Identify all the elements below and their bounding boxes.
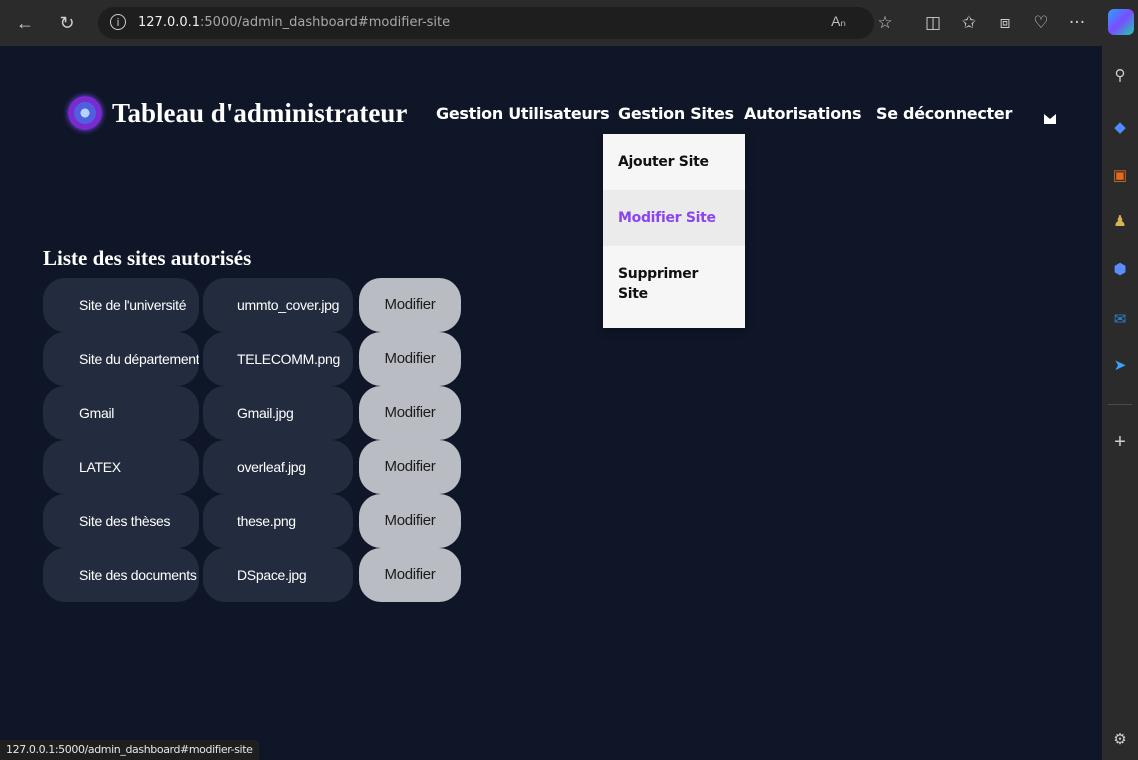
favorite-star-icon[interactable]: ☆ [874,12,896,34]
site-name-cell: Gmail [43,386,199,440]
outlook-icon[interactable]: ✉ [1110,310,1130,330]
modifier-button[interactable]: Modifier [359,278,461,332]
menu-item-ajouter-site[interactable]: Ajouter Site [603,134,745,190]
modifier-button[interactable]: Modifier [359,332,461,386]
nav-gestion-utilisateurs[interactable]: Gestion Utilisateurs [436,104,610,123]
site-name-cell: Site des documents nu [43,548,199,602]
drop-send-icon[interactable]: ➤ [1110,356,1130,376]
split-screen-icon[interactable]: ◫ [922,12,944,34]
browser-toolbar: ← ↻ i 127.0.0.1:5000/admin_dashboard#mod… [0,0,1138,46]
envelope-icon[interactable] [1044,114,1056,124]
site-name-cell: Site des thèses [43,494,199,548]
site-file-cell: TELECOMM.png [203,332,353,386]
add-icon[interactable]: + [1110,432,1130,452]
nav-gestion-sites[interactable]: Gestion Sites [618,104,734,123]
search-icon[interactable]: ⚲ [1110,66,1130,86]
menu-item-supprimer-site[interactable]: Supprimer Site [603,246,745,328]
site-name-cell: Site du département [43,332,199,386]
favorites-list-icon[interactable]: ✩ [958,12,980,34]
settings-gear-icon[interactable]: ⚙ [1110,730,1130,750]
browser-sidebar: ⚲ ◆ ▣ ♟ ⬢ ✉ ➤ + ⚙ [1102,46,1138,760]
games-icon[interactable]: ♟ [1110,212,1130,232]
site-file-cell: ummto_cover.jpg [203,278,353,332]
url-text: 127.0.0.1:5000/admin_dashboard#modifier-… [138,15,451,30]
sites-dropdown-menu: Ajouter Site Modifier Site Supprimer Sit… [603,134,745,328]
site-file-cell: DSpace.jpg [203,548,353,602]
tools-icon[interactable]: ▣ [1110,166,1130,186]
nav-se-deconnecter[interactable]: Se déconnecter [876,104,1012,123]
more-menu-icon[interactable]: ··· [1066,12,1088,34]
sites-list-title: Liste des sites autorisés [43,246,252,270]
address-bar[interactable]: i 127.0.0.1:5000/admin_dashboard#modifie… [98,7,874,39]
nav-autorisations[interactable]: Autorisations [744,104,862,123]
sidebar-divider [1108,404,1132,405]
modifier-button[interactable]: Modifier [359,386,461,440]
brand: Tableau d'administrateur [68,96,407,130]
menu-item-modifier-site[interactable]: Modifier Site [603,190,745,246]
status-bar-url: 127.0.0.1:5000/admin_dashboard#modifier-… [0,740,259,760]
site-name-cell: LATEX [43,440,199,494]
site-file-cell: Gmail.jpg [203,386,353,440]
info-icon[interactable]: i [110,14,126,30]
copilot-icon[interactable] [1108,9,1134,35]
page-title: Tableau d'administrateur [112,97,408,128]
modifier-button[interactable]: Modifier [359,548,461,602]
modifier-button[interactable]: Modifier [359,440,461,494]
site-file-cell: overleaf.jpg [203,440,353,494]
browser-essentials-icon[interactable]: ♡ [1030,12,1052,34]
site-file-cell: these.png [203,494,353,548]
page-content: Tableau d'administrateur Gestion Utilisa… [10,56,1102,760]
microsoft-365-icon[interactable]: ⬢ [1110,260,1130,280]
shopping-tag-icon[interactable]: ◆ [1110,118,1130,138]
back-arrow-icon[interactable]: ← [14,12,36,34]
collections-icon[interactable]: ⧈ [994,12,1016,34]
refresh-icon[interactable]: ↻ [56,12,78,34]
site-name-cell: Site de l'université [43,278,199,332]
modifier-button[interactable]: Modifier [359,494,461,548]
read-aloud-icon[interactable]: Aₙ [831,13,846,30]
shield-logo-icon [68,96,102,130]
